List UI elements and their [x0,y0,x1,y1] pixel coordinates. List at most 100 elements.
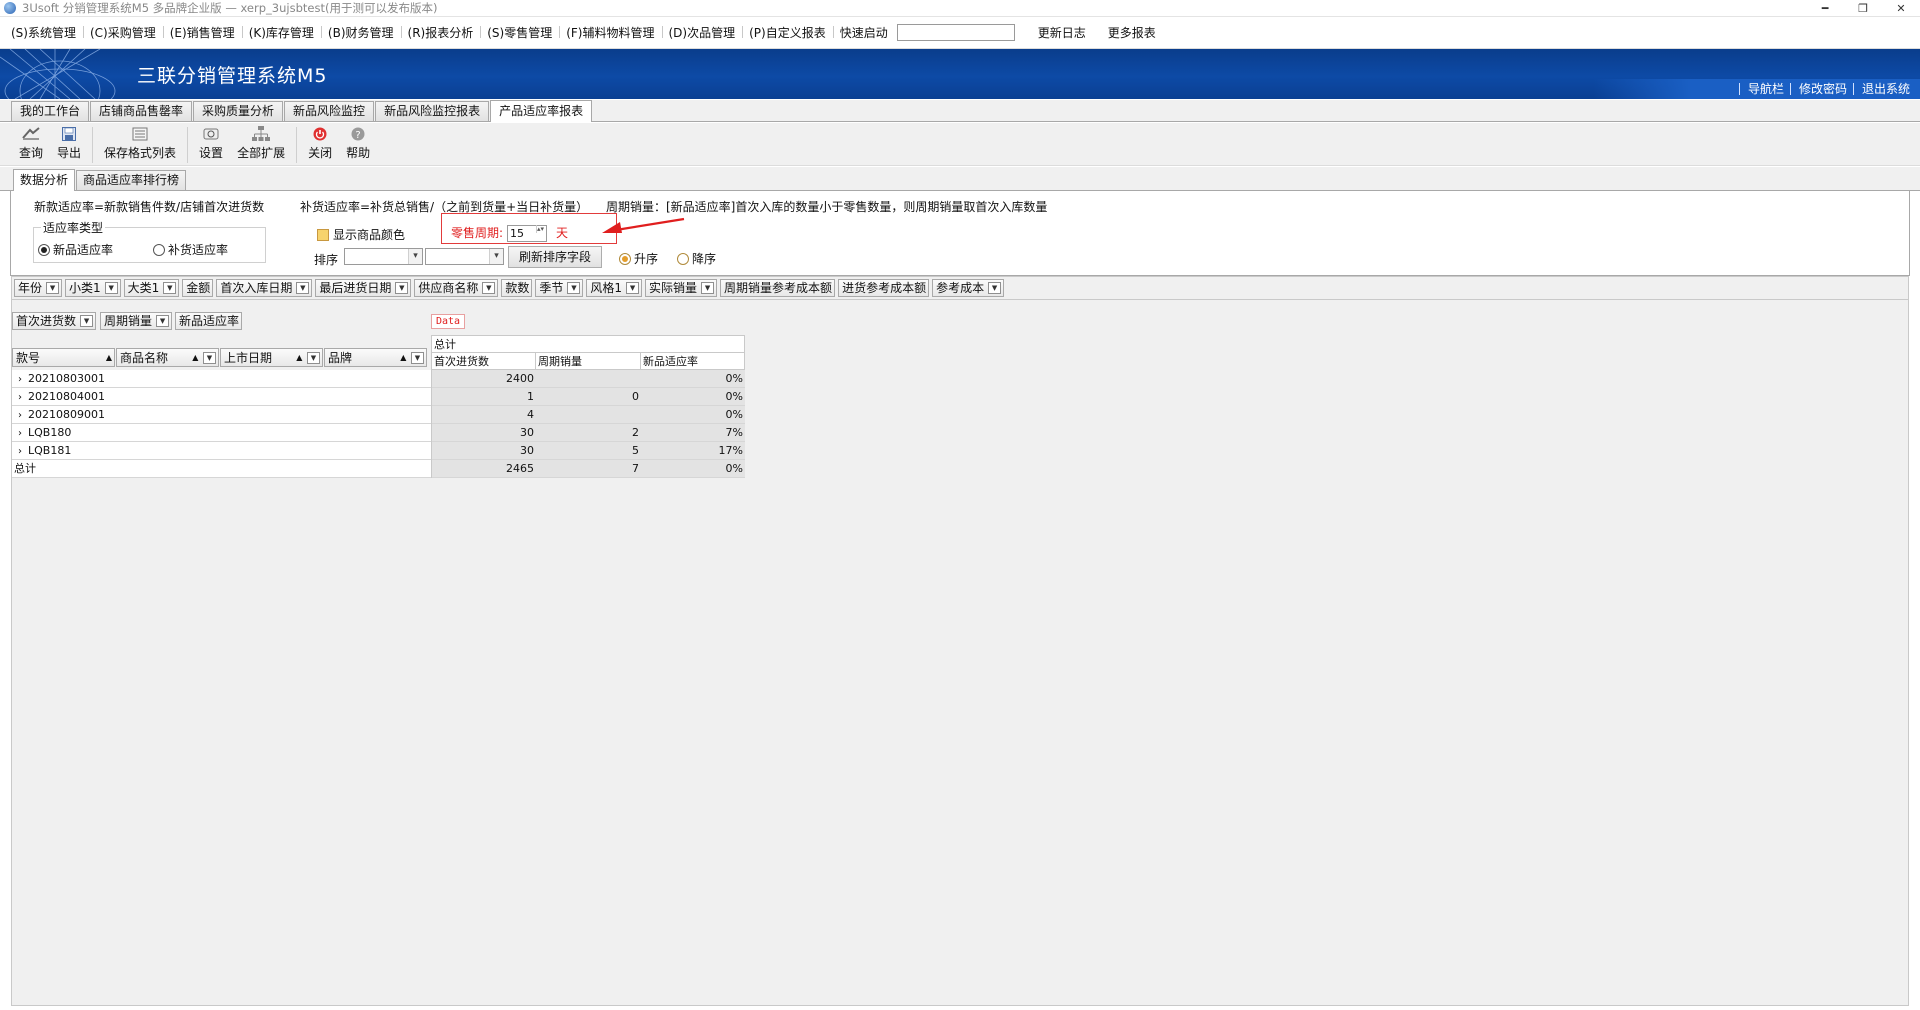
sort-desc-radio[interactable]: 降序 [677,250,716,267]
maximize-button[interactable]: ❐ [1844,0,1882,17]
more-reports-link[interactable]: 更多报表 [1101,24,1163,41]
minimize-button[interactable]: ━ [1806,0,1844,17]
export-button[interactable]: 导出 [52,123,86,161]
filter-dropdown-icon[interactable]: ▼ [307,351,320,364]
menu-sales[interactable]: (E)销售管理 [163,24,243,41]
table-row-header[interactable]: › 20210804001 [12,388,431,406]
expand-chevron-icon[interactable]: › [12,443,28,459]
radio-replenish-rate[interactable]: 补货适应率 [153,241,228,258]
filter-dropdown-icon[interactable]: ▼ [988,282,1002,294]
row-field-product-name[interactable]: 商品名称 ▲ ▼ [116,348,219,367]
toolbar-separator [187,127,189,163]
field-style1[interactable]: 风格1 ▼ [586,279,643,297]
expand-chevron-icon[interactable]: › [12,371,28,387]
tab-workbench[interactable]: 我的工作台 [11,101,90,121]
sort-dropdown-icons[interactable]: ▲ ▼ [400,350,424,366]
filter-dropdown-icon[interactable]: ▼ [626,282,640,294]
sort-field-combo-2[interactable] [425,248,504,265]
expand-chevron-icon[interactable]: › [12,425,28,441]
sort-dropdown-icons[interactable]: ▲ ▼ [192,350,216,366]
row-field-launch-date[interactable]: 上市日期 ▲ ▼ [220,348,323,367]
field-period-sales-cost[interactable]: 周期销量参考成本额 [720,279,836,297]
field-style-count-label: 款数 [505,281,530,295]
data-field-new-rate[interactable]: 新品适应率 [175,312,243,330]
field-amount[interactable]: 金额 [182,279,214,297]
filter-dropdown-icon[interactable]: ▼ [701,282,715,294]
menu-reports[interactable]: (R)报表分析 [401,24,481,41]
filter-dropdown-icon[interactable]: ▼ [46,282,60,294]
tab-adaptation-report[interactable]: 产品适应率报表 [490,100,593,122]
field-ref-cost[interactable]: 参考成本 ▼ [932,279,1005,297]
tab-data-analysis[interactable]: 数据分析 [13,169,76,191]
field-first-stock-date[interactable]: 首次入库日期 ▼ [216,279,313,297]
query-button[interactable]: 查询 [14,123,48,161]
row-field-brand[interactable]: 品牌 ▲ ▼ [324,348,427,367]
filter-dropdown-icon[interactable]: ▼ [203,351,216,364]
table-row-header[interactable]: › LQB180 [12,424,431,442]
filter-dropdown-icon[interactable]: ▼ [411,351,424,364]
window-title: 3Usoft 分销管理系统M5 多品牌企业版 — xerp_3ujsbtest(… [22,1,438,15]
refresh-sort-button[interactable]: 刷新排序字段 [508,246,602,268]
exit-system-link[interactable]: 退出系统 [1852,83,1916,95]
filter-field-bar: 年份 ▼ 小类1 ▼ 大类1 ▼ 金额 首次入库日期 ▼ 最后进货日期 ▼ 供应商名称 ▼ … [11,276,1909,300]
table-row-header[interactable]: › 20210809001 [12,406,431,424]
filter-dropdown-icon[interactable]: ▼ [296,282,310,294]
menu-defects[interactable]: (D)次品管理 [662,24,743,41]
col-header-first-qty[interactable]: 首次进货数 [431,352,536,370]
menu-finance[interactable]: (B)财务管理 [321,24,402,41]
expand-all-button[interactable]: 全部扩展 [232,123,290,161]
field-supplier[interactable]: 供应商名称 ▼ [414,279,499,297]
changelog-link[interactable]: 更新日志 [1031,24,1093,41]
data-field-first-qty[interactable]: 首次进货数 ▼ [12,312,97,330]
table-row-header[interactable]: › LQB181 [12,442,431,460]
sort-field-combo-1[interactable] [344,248,423,265]
help-button[interactable]: ? 帮助 [341,123,375,161]
col-header-new-rate[interactable]: 新品适应率 [640,352,745,370]
quick-launch-input[interactable] [896,24,1015,41]
menu-purchase[interactable]: (C)采购管理 [83,24,164,41]
show-color-checkbox[interactable]: 显示商品颜色 [317,226,405,243]
sort-asc-radio[interactable]: 升序 [619,250,658,267]
change-password-link[interactable]: 修改密码 [1789,83,1853,95]
filter-dropdown-icon[interactable]: ▼ [104,282,118,294]
retail-cycle-spinner[interactable]: 15 [507,225,547,242]
expand-chevron-icon[interactable]: › [12,407,28,423]
field-purchase-cost[interactable]: 进货参考成本额 [838,279,930,297]
filter-dropdown-icon[interactable]: ▼ [163,282,177,294]
table-row-header[interactable]: › 20210803001 [12,370,431,388]
field-subcategory[interactable]: 小类1 ▼ [65,279,121,297]
tab-sellthrough[interactable]: 店铺商品售罄率 [90,101,193,121]
menu-system[interactable]: (S)系统管理 [4,24,84,41]
field-actual-sales[interactable]: 实际销量 ▼ [645,279,718,297]
field-year[interactable]: 年份 ▼ [14,279,63,297]
radio-new-rate[interactable]: 新品适应率 [38,241,113,258]
col-header-period-sales[interactable]: 周期销量 [535,352,641,370]
filter-dropdown-icon[interactable]: ▼ [395,282,409,294]
close-window-button[interactable]: ✕ [1882,0,1920,17]
data-field-period-sales[interactable]: 周期销量 ▼ [100,312,173,330]
sort-dropdown-icons[interactable]: ▲ ▼ [296,350,320,366]
filter-dropdown-icon[interactable]: ▼ [80,315,94,327]
menu-custom-reports[interactable]: (P)自定义报表 [742,24,834,41]
tab-newproduct-risk-report[interactable]: 新品风险监控报表 [375,101,490,121]
tab-ranking[interactable]: 商品适应率排行榜 [76,170,187,190]
expand-chevron-icon[interactable]: › [12,389,28,405]
menu-inventory[interactable]: (K)库存管理 [242,24,323,41]
filter-dropdown-icon[interactable]: ▼ [482,282,496,294]
column-total-header: 总计 [431,335,745,353]
field-style-count[interactable]: 款数 [501,279,533,297]
menu-retail[interactable]: (S)零售管理 [480,24,561,41]
row-field-style-code[interactable]: 款号 ▲ [12,348,115,367]
field-season[interactable]: 季节 ▼ [535,279,584,297]
nav-link[interactable]: 导航栏 [1738,83,1790,95]
close-button[interactable]: 关闭 [303,123,337,161]
settings-button[interactable]: 设置 [194,123,228,161]
field-category[interactable]: 大类1 ▼ [123,279,180,297]
filter-dropdown-icon[interactable]: ▼ [567,282,581,294]
save-format-button[interactable]: 保存格式列表 [99,123,181,161]
field-last-purchase-date[interactable]: 最后进货日期 ▼ [315,279,412,297]
tab-newproduct-risk[interactable]: 新品风险监控 [284,101,375,121]
tab-purchase-quality[interactable]: 采购质量分析 [193,101,284,121]
menu-materials[interactable]: (F)辅料物料管理 [559,24,663,41]
filter-dropdown-icon[interactable]: ▼ [156,315,170,327]
